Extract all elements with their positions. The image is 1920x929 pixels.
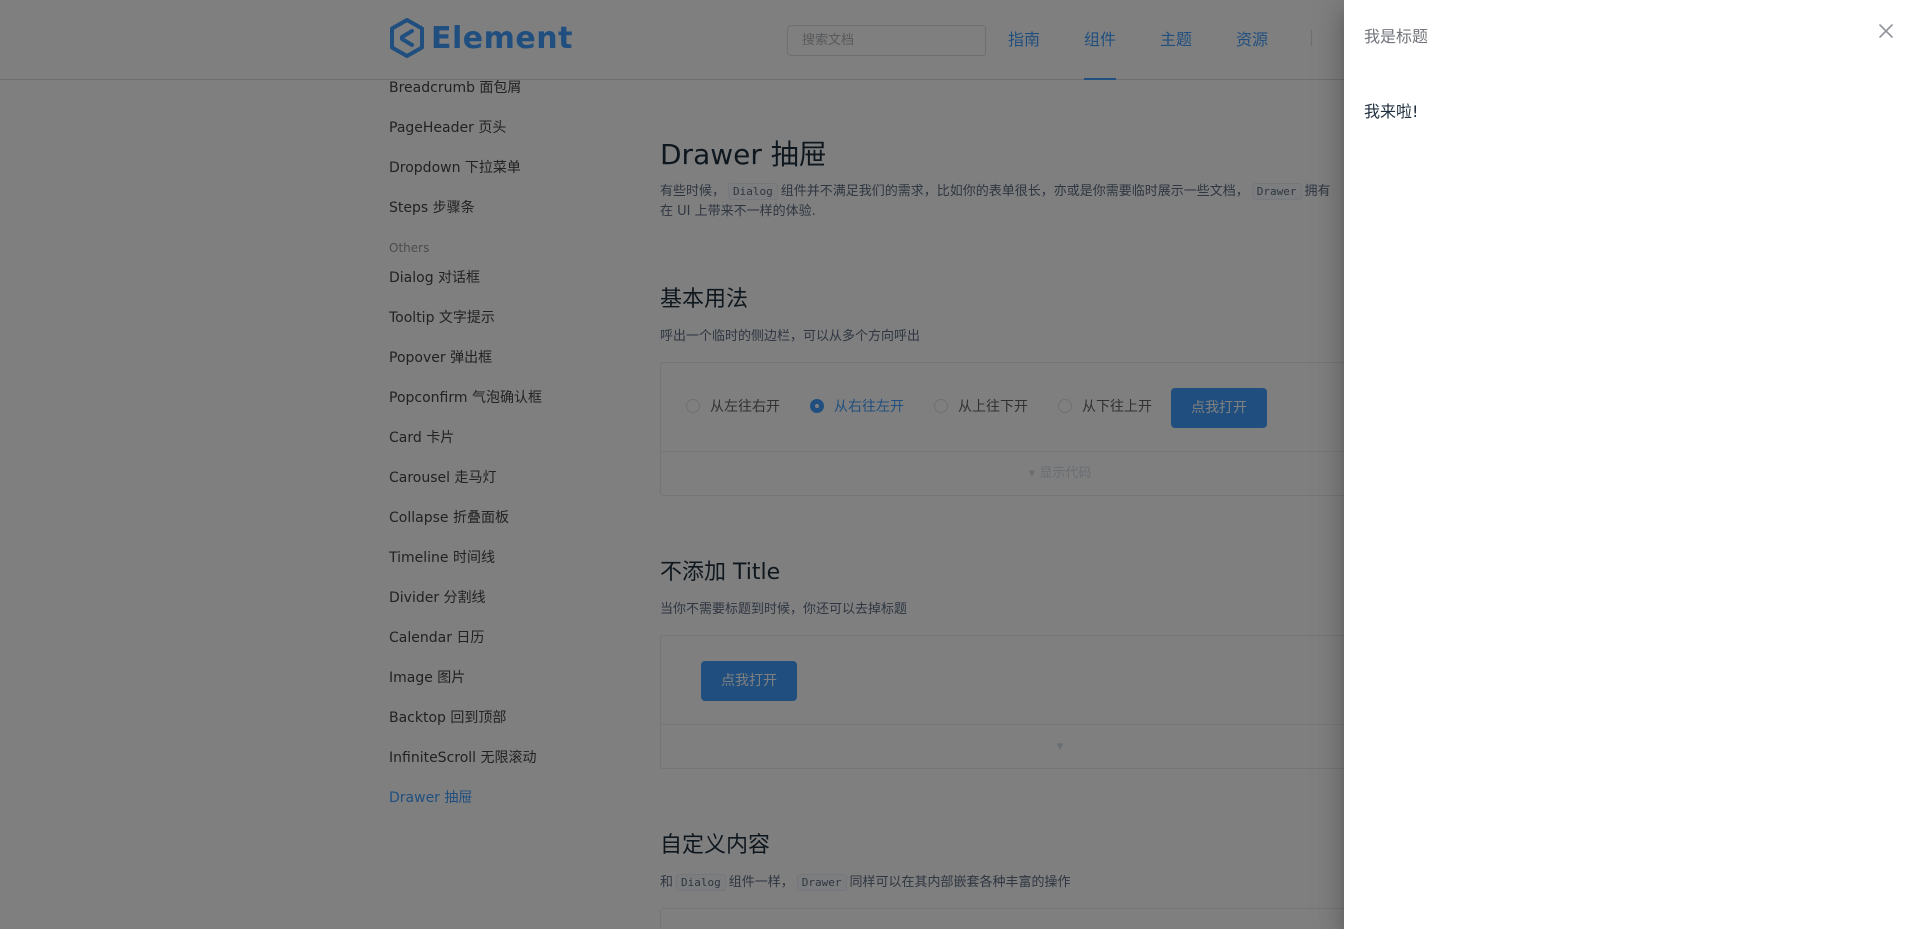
drawer-title: 我是标题 [1364,27,1429,46]
drawer-panel: 我是标题 我来啦! [1344,0,1920,929]
close-icon[interactable] [1876,21,1896,41]
drawer-body-text: 我来啦! [1364,102,1419,121]
